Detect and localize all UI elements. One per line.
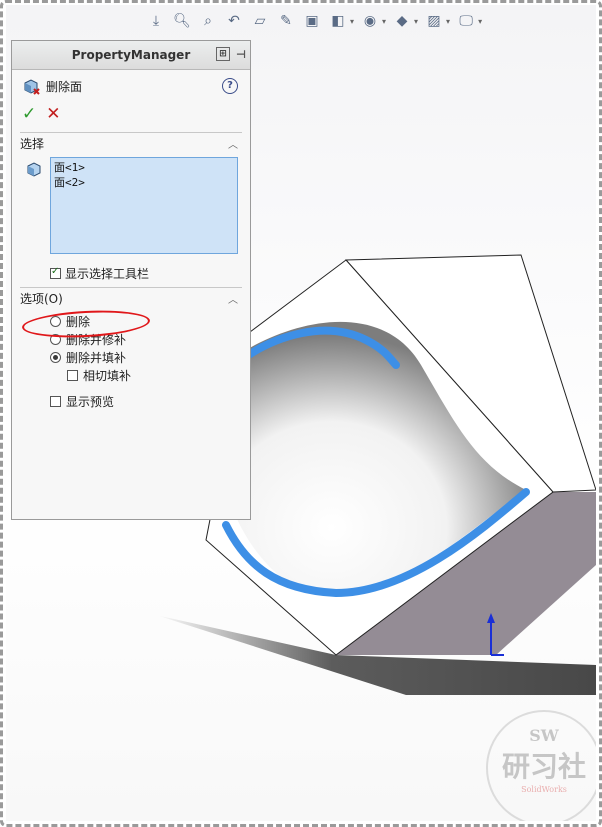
ok-cancel-row: ✓ ✕: [12, 102, 250, 126]
feature-title: 删除面: [46, 79, 83, 94]
feature-title-row: 删除面 ?: [12, 70, 250, 102]
ok-button[interactable]: ✓: [22, 104, 36, 124]
option-delete-fill-row[interactable]: 删除并填补: [50, 348, 250, 366]
zoom-to-fit-icon[interactable]: 🔍︎: [172, 11, 192, 31]
section-view-icon[interactable]: ▱: [250, 11, 270, 31]
options-group-header[interactable]: 选项(O) ︿: [20, 287, 242, 308]
selection-group: 面<1> 面<2> 显示选择工具栏: [12, 153, 250, 281]
tangent-fill-row[interactable]: 相切填补: [50, 366, 250, 384]
show-selection-toolbar-row[interactable]: 显示选择工具栏: [50, 265, 149, 282]
watermark-sw: SW: [529, 726, 559, 745]
pm-header-title: PropertyManager: [71, 48, 191, 62]
selected-face-item[interactable]: 面<1>: [54, 160, 234, 175]
view-cube-icon[interactable]: ▣: [302, 11, 322, 31]
zoom-area-icon[interactable]: ⌕: [198, 11, 218, 31]
tangent-fill-label: 相切填补: [83, 368, 132, 383]
show-selection-toolbar-label: 显示选择工具栏: [65, 267, 150, 281]
watermark-main: 研习社: [501, 750, 586, 783]
selected-face-item[interactable]: 面<2>: [54, 175, 234, 190]
property-manager-panel: PropertyManager ⊞ ⊣ 删除面 ? ✓ ✕ 选择 ︿ 面<1> …: [11, 40, 251, 520]
view-orientation-icon[interactable]: ⤓: [146, 11, 166, 31]
pm-header: PropertyManager ⊞ ⊣: [12, 41, 250, 70]
apply-scene-icon[interactable]: ▨: [424, 11, 444, 31]
show-preview-checkbox[interactable]: [50, 395, 61, 407]
watermark-sub: SolidWorks: [521, 785, 567, 794]
tree-flyout-icon[interactable]: ⊞: [216, 47, 230, 61]
option-delete-fill-label: 删除并填补: [66, 350, 127, 365]
options-group-title: 选项(O): [20, 291, 63, 306]
view-settings-caret[interactable]: ▾: [478, 17, 482, 26]
faces-selection-box[interactable]: 面<1> 面<2>: [50, 157, 238, 254]
pin-icon[interactable]: ⊣: [236, 48, 246, 61]
help-icon[interactable]: ?: [222, 78, 238, 94]
face-selection-icon: [27, 162, 41, 177]
display-style-caret[interactable]: ▾: [350, 17, 354, 26]
edit-appearance-icon[interactable]: ◆: [392, 11, 412, 31]
dynamic-annotation-icon[interactable]: ✎: [276, 11, 296, 31]
previous-view-icon[interactable]: ↶: [224, 11, 244, 31]
delete-face-icon: [24, 79, 40, 95]
option-delete-fill-radio[interactable]: [50, 351, 61, 363]
show-preview-row[interactable]: 显示预览: [50, 392, 250, 410]
heads-up-toolbar: ⤓ 🔍︎ ⌕ ↶ ▱ ✎ ▣ ◧ ▾ ◉ ▾ ◆ ▾ ▨ ▾ 🖵 ▾: [146, 9, 482, 33]
cancel-button[interactable]: ✕: [46, 104, 60, 124]
scene-caret[interactable]: ▾: [446, 17, 450, 26]
watermark-seal: SW 研习社 SolidWorks: [486, 710, 596, 821]
collapse-chevron-icon[interactable]: ︿: [228, 136, 238, 151]
hide-show-icon[interactable]: ◉: [360, 11, 380, 31]
selection-group-header[interactable]: 选择 ︿: [20, 132, 242, 153]
display-style-icon[interactable]: ◧: [328, 11, 348, 31]
tangent-fill-checkbox[interactable]: [67, 369, 78, 381]
collapse-chevron-icon[interactable]: ︿: [228, 291, 238, 306]
monitor-icon[interactable]: 🖵: [456, 11, 476, 31]
show-selection-toolbar-checkbox[interactable]: [50, 266, 61, 279]
hide-show-caret[interactable]: ▾: [382, 17, 386, 26]
appearance-caret[interactable]: ▾: [414, 17, 418, 26]
selection-group-title: 选择: [20, 136, 45, 151]
show-preview-label: 显示预览: [66, 394, 115, 409]
